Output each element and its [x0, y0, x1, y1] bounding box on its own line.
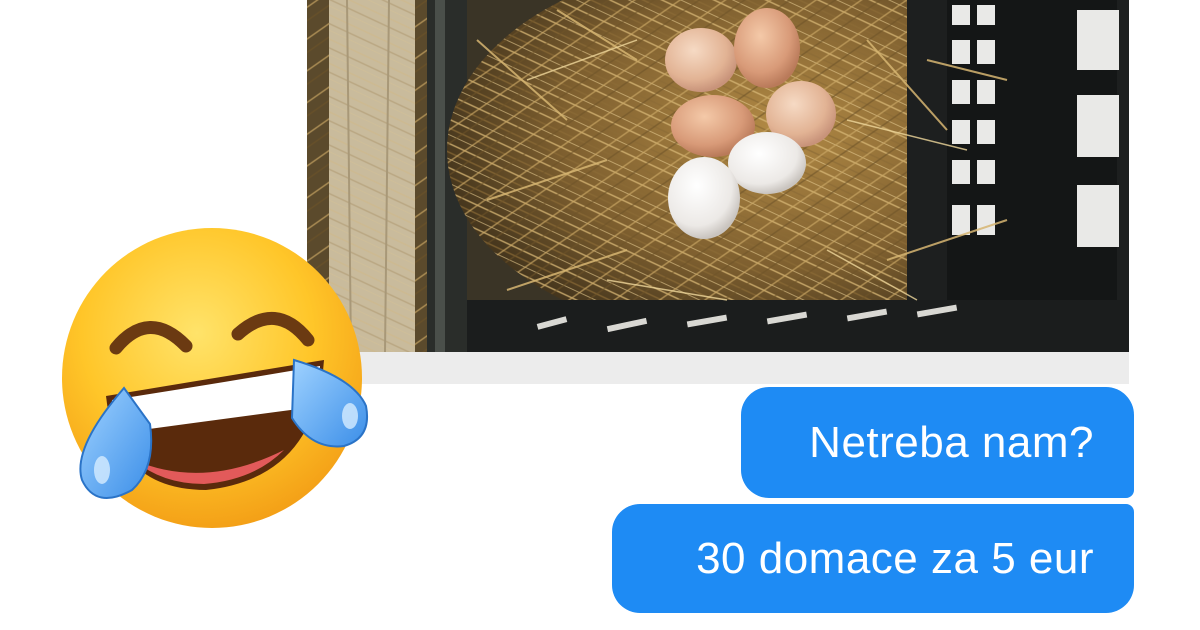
message-bubble[interactable]: 30 domace za 5 eur	[612, 504, 1134, 613]
photo-footer	[307, 352, 1129, 384]
chat-canvas: Netreba nam? 30 domace za 5 eur	[0, 0, 1200, 630]
message-text: 30 domace za 5 eur	[696, 533, 1094, 583]
message-bubble[interactable]: Netreba nam?	[741, 387, 1134, 498]
message-text: Netreba nam?	[809, 417, 1094, 467]
eggs-nest-photo-icon	[307, 0, 1129, 352]
face-with-tears-of-joy-icon	[54, 228, 374, 538]
photo-message[interactable]	[307, 0, 1129, 352]
